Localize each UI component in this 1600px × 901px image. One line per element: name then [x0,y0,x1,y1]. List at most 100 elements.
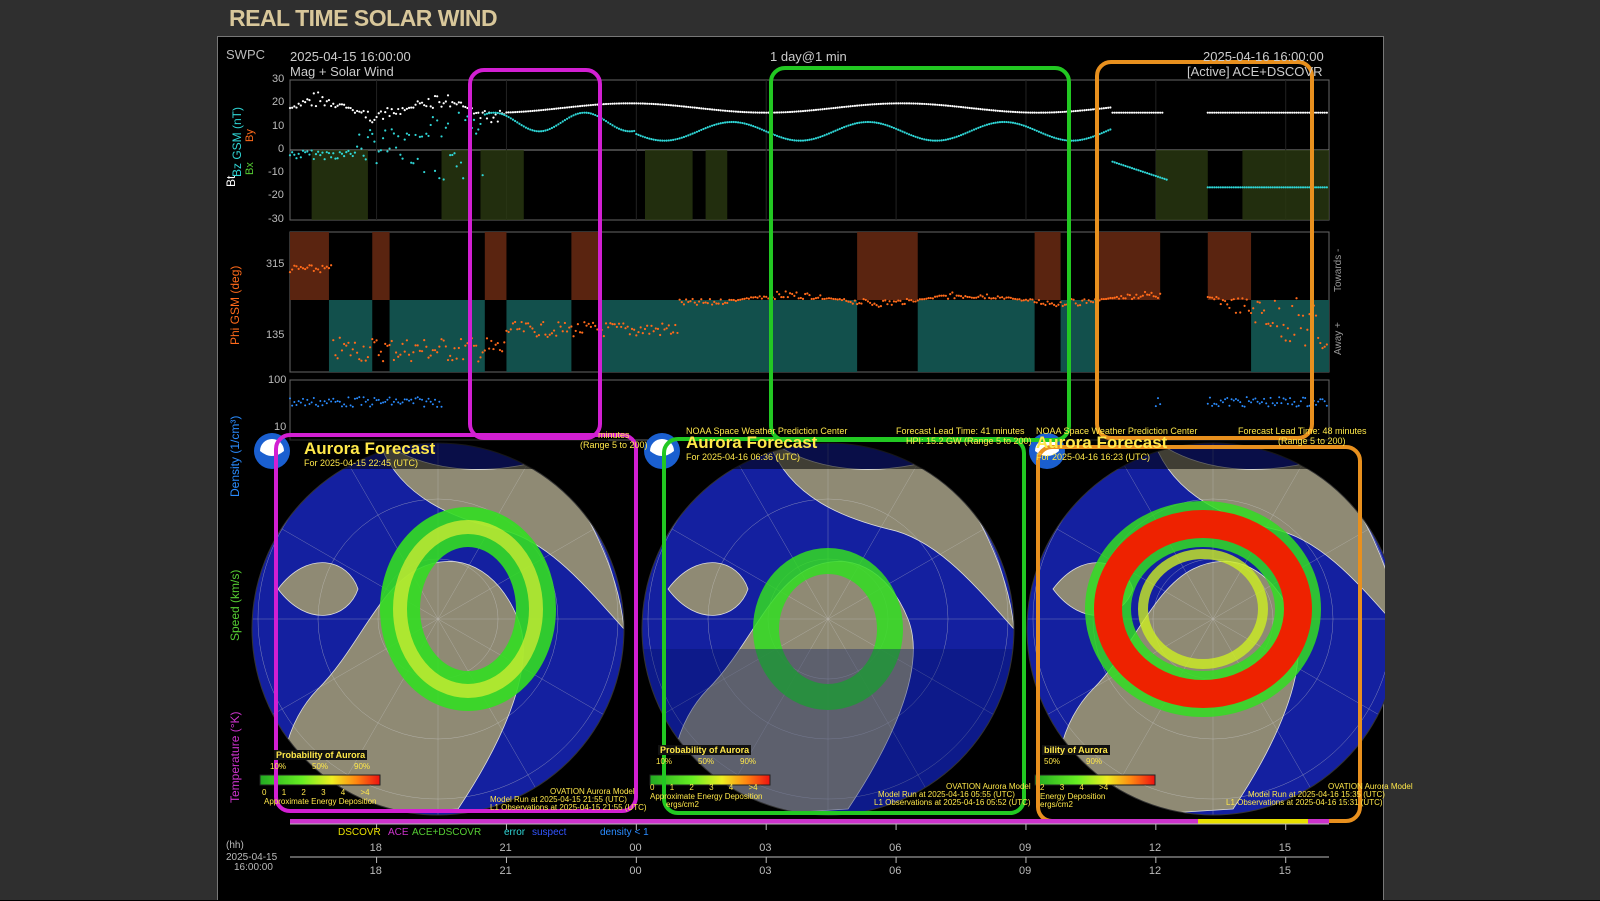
bt-point [314,104,318,108]
bz-point [472,118,476,121]
bt-point [529,110,532,113]
bt-point [425,105,428,108]
bz-point [288,154,292,157]
forecast-3-header-right-1: Forecast Lead Time: 48 minutes [1238,426,1367,436]
bt-point [758,111,761,114]
bt-point [665,103,668,107]
bt-point [706,107,709,111]
density-point [338,400,341,403]
bz-point [1269,186,1272,189]
bz-point [1224,186,1227,189]
bt-point [654,103,657,106]
bz-point [1059,138,1062,141]
bt-point [1063,110,1067,113]
bt-point [920,102,924,105]
forecast-3-title: Aurora Forecast [1036,433,1168,452]
phi-point [1033,301,1036,304]
phi-point [635,334,638,337]
bt-point [399,112,402,116]
bt-point [602,103,605,106]
bz-point [1234,186,1238,189]
bz-point [332,152,335,155]
bt-point [1275,111,1279,114]
bz-point [1107,129,1110,132]
density-point [438,400,441,403]
forecast-2-energy-unit: ergs/cm2 [666,800,699,809]
phi-point [964,295,967,298]
bz-point [780,136,783,139]
bz-point [1024,125,1028,128]
phi-point [559,325,562,328]
bz-point [1267,186,1270,189]
bt-point [786,110,789,114]
start-time: 2025-04-15 16:00:00 [290,49,411,64]
bz-point [529,128,532,131]
bz-point [392,132,395,135]
bt-point [914,102,917,105]
bt-point [1156,111,1160,114]
bt-point [1074,109,1077,113]
bz-point [959,134,963,137]
bz-point [635,132,638,136]
bz-point [1035,129,1038,132]
bt-point [691,106,694,109]
bz-point [563,119,567,122]
bt-point [834,106,837,109]
phi-point [1107,297,1110,300]
density-point [421,398,424,401]
bt-point [784,111,787,114]
bt-point [1148,111,1151,114]
forecast-2-header-right-2: HPI: 15.2 GW (Range 5 to 200) [906,436,1032,446]
phi-point [483,349,486,352]
density-point [364,400,367,403]
bz-point [594,113,597,117]
phi-point [916,299,919,302]
bz-point [578,112,582,115]
phi-point [440,338,443,341]
density-point [336,400,339,403]
bt-point [752,111,755,114]
phi-point [1076,304,1080,307]
phi-point [1104,297,1108,301]
bt-point [728,109,731,113]
bt-point [587,104,590,107]
bt-point [617,102,621,105]
bz-point [1228,186,1231,189]
density-tick: 10 [274,421,287,433]
bt-point [1137,111,1140,114]
bz-point [970,129,973,132]
bt-point [1035,111,1038,114]
phi-point [522,330,525,333]
phi-point [669,332,673,335]
ylabel-density: Density (1/cm³) [228,415,242,497]
bz-shade-block [644,150,693,220]
bt-point [970,107,973,110]
phi-point [312,269,315,273]
forecast-3-legend-90: 90% [1086,757,1103,766]
bt-point [1124,111,1127,114]
phi-point [689,300,692,303]
bz-point [706,126,709,129]
phi-point [996,295,999,298]
bz-point [1245,186,1248,189]
phi-towards-band [857,232,918,300]
bt-point [371,121,374,124]
phi-point [723,301,727,304]
phi-point [414,344,417,347]
phi-point [459,338,463,341]
bz-point [1014,122,1017,125]
bz-point [295,157,298,160]
phi-point [1001,296,1004,299]
forecast-2-legend-90: 90% [740,757,757,766]
time-axis-label: 03 [759,865,772,877]
bt-point [1262,111,1266,114]
density-point [312,396,315,399]
phi-point [897,299,900,302]
bz-point [336,157,339,160]
bt-point [1120,111,1123,114]
forecast-2-legend-title: Probability of Aurora [658,745,752,755]
bz-point [520,124,523,127]
bz-point [676,137,679,141]
phi-point [386,344,389,347]
bz-point [834,129,837,132]
